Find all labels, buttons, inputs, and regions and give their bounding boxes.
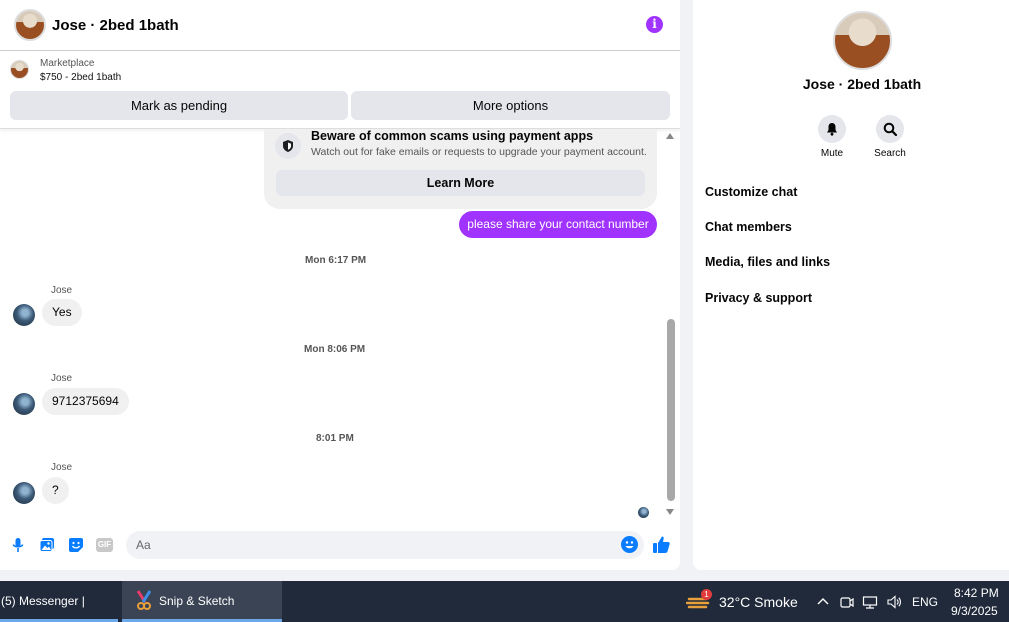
listing-source: Marketplace [40, 58, 95, 69]
shield-icon [275, 133, 301, 159]
read-receipt-avatar [638, 507, 649, 518]
info-icon[interactable]: i [646, 16, 663, 33]
search-icon [876, 115, 904, 143]
mute-button[interactable]: Mute [807, 115, 857, 159]
search-button[interactable]: Search [865, 115, 915, 159]
snip-sketch-icon [136, 590, 152, 610]
image-icon[interactable] [39, 537, 55, 553]
taskbar: (5) Messenger | Fac... Snip & Sketch 1 3… [0, 581, 1009, 622]
more-options-button[interactable]: More options [351, 91, 670, 120]
conversation-avatar-large[interactable] [833, 11, 892, 70]
message-timestamp: 8:01 PM [316, 433, 354, 444]
marketplace-listing-bar: Marketplace $750 - 2bed 1bath Mark as pe… [0, 51, 680, 129]
clock-date[interactable]: 9/3/2025 [951, 604, 998, 618]
message-input[interactable] [126, 531, 644, 559]
weather-notification-badge: 1 [701, 589, 712, 600]
mark-as-pending-button[interactable]: Mark as pending [10, 91, 348, 120]
incoming-message[interactable]: ? [42, 477, 69, 504]
sender-name: Jose [51, 462, 73, 473]
weather-status[interactable]: 32°C Smoke [719, 594, 798, 610]
emoji-icon[interactable] [621, 536, 638, 553]
message-timestamp: Mon 8:06 PM [304, 344, 366, 355]
mute-label: Mute [820, 148, 844, 159]
sticker-icon[interactable] [68, 537, 84, 553]
sender-avatar[interactable] [13, 393, 35, 415]
conversation-details-panel: Jose · 2bed 1bath Mute Search Customize … [693, 0, 1009, 570]
chat-members-item[interactable]: Chat members [705, 220, 792, 234]
clock-time[interactable]: 8:42 PM [954, 586, 999, 600]
incoming-message[interactable]: 9712375694 [42, 388, 129, 415]
message-timestamp: Mon 6:17 PM [305, 255, 367, 266]
conversation-title[interactable]: Jose · 2bed 1bath [52, 17, 179, 34]
input-language-indicator[interactable]: ENG [912, 595, 938, 609]
microphone-icon[interactable] [10, 537, 26, 553]
chat-panel: Jose · 2bed 1bath i Marketplace $750 - 2… [0, 0, 680, 570]
chat-header: Jose · 2bed 1bath i [0, 0, 680, 51]
scroll-down-arrow[interactable] [666, 509, 674, 515]
conversation-title: Jose · 2bed 1bath [802, 76, 922, 92]
listing-thumbnail[interactable] [10, 60, 29, 79]
outgoing-message[interactable]: please share your contact number [459, 211, 657, 238]
warning-subtitle: Watch out for fake emails or requests to… [311, 146, 647, 158]
network-icon[interactable] [862, 594, 878, 610]
sender-name: Jose [51, 373, 73, 384]
gif-icon[interactable]: GIF [96, 538, 113, 552]
sender-name: Jose [51, 285, 73, 296]
search-label: Search [874, 148, 906, 159]
privacy-support-item[interactable]: Privacy & support [705, 291, 812, 305]
warning-title: Beware of common scams using payment app… [311, 129, 594, 143]
scrollbar-thumb[interactable] [667, 319, 675, 501]
sender-avatar[interactable] [13, 304, 35, 326]
bell-icon [818, 115, 846, 143]
taskbar-messenger-button[interactable]: (5) Messenger | Fac... [0, 581, 118, 622]
customize-chat-item[interactable]: Customize chat [705, 185, 797, 199]
scroll-up-arrow[interactable] [666, 133, 674, 139]
conversation-avatar[interactable] [14, 9, 46, 41]
listing-price-title[interactable]: $750 - 2bed 1bath [40, 72, 121, 83]
volume-icon[interactable] [886, 594, 902, 610]
meet-now-icon[interactable] [839, 594, 855, 610]
incoming-message[interactable]: Yes [42, 299, 82, 326]
learn-more-button[interactable]: Learn More [276, 170, 645, 196]
sender-avatar[interactable] [13, 482, 35, 504]
media-files-links-item[interactable]: Media, files and links [705, 255, 830, 269]
scam-warning-card: Beware of common scams using payment app… [264, 129, 657, 209]
chevron-up-icon[interactable] [815, 594, 831, 610]
thumbs-up-icon[interactable] [652, 535, 671, 554]
